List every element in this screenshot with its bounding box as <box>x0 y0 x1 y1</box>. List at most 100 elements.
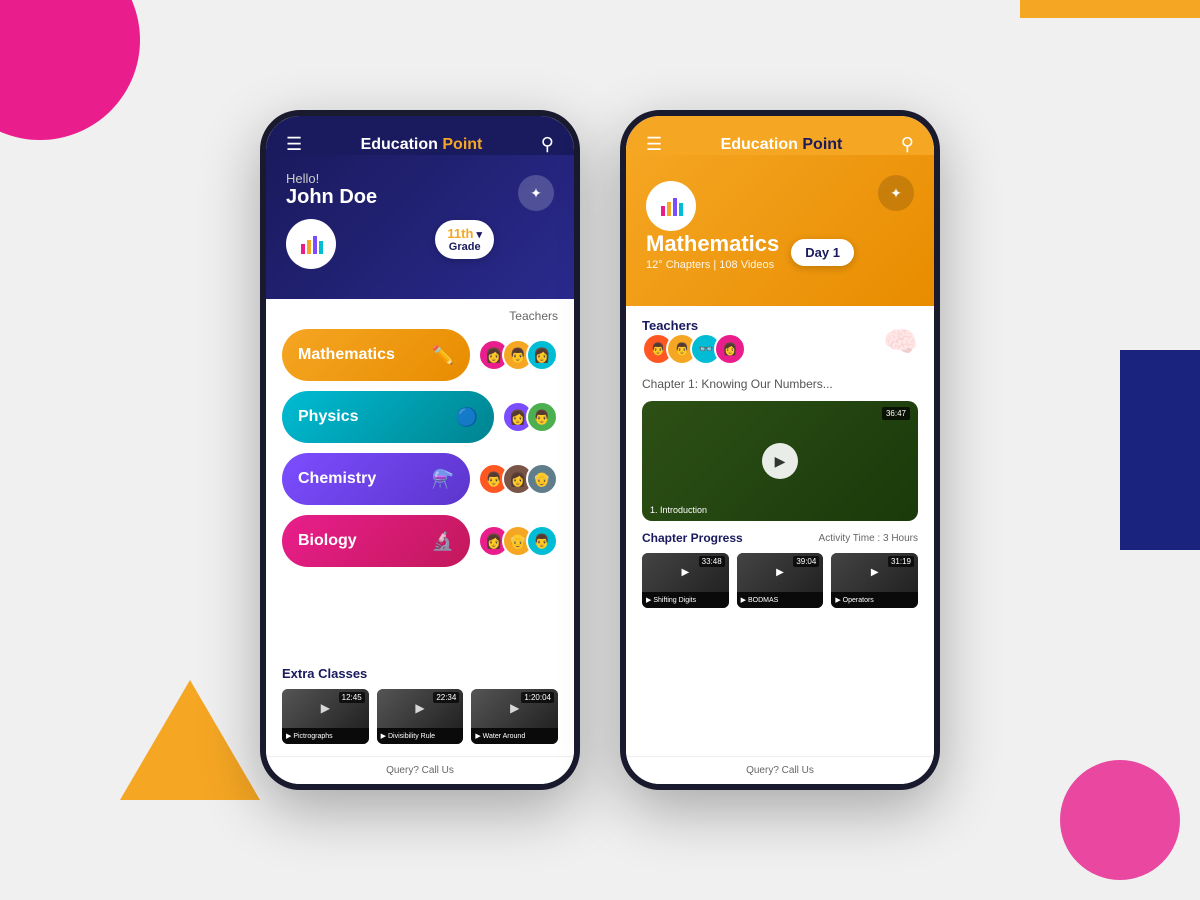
phones-container: ☰ Education Point ⚲ ✦ Hello! John Doe 11… <box>260 110 940 790</box>
phone2-teachers-row: Teachers 👨 👨 👓 👩 🧠 <box>642 318 918 365</box>
phone1-header: ☰ Education Point ⚲ <box>266 116 574 155</box>
phone1-title-bold: Education <box>361 136 438 153</box>
subject-row-physics: Physics 🔵 👩 👨 <box>282 391 558 443</box>
day-badge: Day 1 <box>791 239 854 266</box>
progress-duration-1: 33:48 <box>699 556 725 567</box>
bg-decoration-pink-circle <box>0 0 140 140</box>
subject-name-mathematics: Mathematics <box>298 346 395 364</box>
physics-teachers: 👩 👨 <box>502 401 558 433</box>
extra-videos-list: ▶ 12:45 ▶ Pictrographs ▶ 22:34 ▶ Divisib… <box>282 689 558 744</box>
video-thumb-1[interactable]: ▶ 12:45 ▶ Pictrographs <box>282 689 369 744</box>
main-video-duration: 36:47 <box>882 407 910 420</box>
main-video[interactable]: ▶ 36:47 1. Introduction <box>642 401 918 521</box>
user-name: John Doe <box>286 186 554 209</box>
phone2-footer: Query? Call Us <box>626 756 934 784</box>
subject-row-mathematics: Mathematics ✏️ 👩 👨 👩 <box>282 329 558 381</box>
phone2-title-bold: Education <box>721 136 798 153</box>
progress-title-2: ▶ BODMAS <box>741 596 779 604</box>
phone1-title-normal: Point <box>438 136 482 153</box>
extra-classes-section: Extra Classes ▶ 12:45 ▶ Pictrographs ▶ 2… <box>266 658 574 756</box>
subjects-section: Teachers Mathematics ✏️ 👩 👨 👩 Physics 🔵 <box>266 299 574 658</box>
play-icon-2: ▶ <box>415 701 424 715</box>
teacher-avatar-3: 👩 <box>526 339 558 371</box>
chemistry-teachers: 👨 👩 👴 <box>478 463 558 495</box>
chapter-title: : Knowing Our Numbers... <box>695 377 833 391</box>
phone2-hero: ✦ Mathematics 12° Chapters | 108 Videos … <box>626 155 934 306</box>
grade-number: 11th <box>447 226 473 241</box>
video-title-2: ▶ Divisibility Rule <box>381 732 435 740</box>
subject-meta: 12° Chapters | 108 Videos <box>646 259 914 271</box>
phone1-app-title: Education Point <box>361 136 483 154</box>
subject-name-chemistry: Chemistry <box>298 470 376 488</box>
teacher-avatar-8: 👴 <box>526 463 558 495</box>
subject-pill-mathematics[interactable]: Mathematics ✏️ <box>282 329 470 381</box>
bg-decoration-orange-bar <box>1020 0 1200 18</box>
activity-time: Activity Time : 3 Hours <box>819 533 918 544</box>
teacher-avatar-11: 👨 <box>526 525 558 557</box>
progress-duration-3: 31:19 <box>888 556 914 567</box>
chapter-number: Chapter 1 <box>642 377 695 391</box>
video-label-3: ▶ Water Around <box>471 728 558 745</box>
main-video-title: 1. Introduction <box>650 505 707 515</box>
phone1-footer: Query? Call Us <box>266 756 574 784</box>
progress-title-1: ▶ Shifting Digits <box>646 596 696 604</box>
chapter-progress-header: Chapter Progress Activity Time : 3 Hours <box>642 531 918 545</box>
subject-row-chemistry: Chemistry ⚗️ 👨 👩 👴 <box>282 453 558 505</box>
progress-label-2: ▶ BODMAS <box>737 592 824 609</box>
phone2-header: ☰ Education Point ⚲ <box>626 116 934 155</box>
phone2-footer-text: Query? Call Us <box>746 765 814 776</box>
subject-name-biology: Biology <box>298 532 357 550</box>
video-duration-1: 12:45 <box>339 692 365 703</box>
video-label-2: ▶ Divisibility Rule <box>377 728 464 745</box>
chapter-label: Chapter 1: Knowing Our Numbers... <box>642 377 918 391</box>
bg-decoration-blue-rect <box>1120 350 1200 550</box>
progress-thumb-2[interactable]: ▶ 39:04 ▶ BODMAS <box>737 553 824 608</box>
brain-icon: 🧠 <box>883 325 918 358</box>
progress-label-1: ▶ Shifting Digits <box>642 592 729 609</box>
phone2-content: Teachers 👨 👨 👓 👩 🧠 Chapter 1: Knowing Ou… <box>626 306 934 756</box>
phone2-title-normal: Point <box>798 136 842 153</box>
play-button-main[interactable]: ▶ <box>762 443 798 479</box>
phone2-stats-icon-circle <box>646 181 696 231</box>
phone2-teacher-4: 👩 <box>714 333 746 365</box>
subject-row-biology: Biology 🔬 👩 👴 👨 <box>282 515 558 567</box>
subject-pill-physics[interactable]: Physics 🔵 <box>282 391 494 443</box>
subject-pill-biology[interactable]: Biology 🔬 <box>282 515 470 567</box>
biology-icon: 🔬 <box>432 531 454 552</box>
bg-decoration-yellow-triangle <box>120 680 260 800</box>
chemistry-icon: ⚗️ <box>432 469 454 490</box>
progress-play-3: ▶ <box>871 567 879 578</box>
phone2-search-icon[interactable]: ⚲ <box>901 134 914 155</box>
phone2-teacher-avatars: 👨 👨 👓 👩 <box>642 333 746 365</box>
progress-thumb-1[interactable]: ▶ 33:48 ▶ Shifting Digits <box>642 553 729 608</box>
video-duration-3: 1:20:04 <box>521 692 554 703</box>
greeting-text: Hello! <box>286 171 554 186</box>
phone1-search-icon[interactable]: ⚲ <box>541 134 554 155</box>
bg-decoration-pink-circle2 <box>1060 760 1180 880</box>
subject-title: Mathematics <box>646 231 914 257</box>
teacher-avatar-5: 👨 <box>526 401 558 433</box>
phone2-menu-icon[interactable]: ☰ <box>646 134 662 155</box>
physics-icon: 🔵 <box>456 407 478 428</box>
extra-classes-title: Extra Classes <box>282 666 558 681</box>
phone-2: ☰ Education Point ⚲ ✦ Mathematics 12° Ch… <box>620 110 940 790</box>
progress-duration-2: 39:04 <box>793 556 819 567</box>
progress-play-2: ▶ <box>776 567 784 578</box>
phone2-nav-icon[interactable]: ✦ <box>878 175 914 211</box>
play-icon-1: ▶ <box>321 701 330 715</box>
grade-label: Grade <box>449 241 481 253</box>
progress-label-3: ▶ Operators <box>831 592 918 609</box>
subject-pill-chemistry[interactable]: Chemistry ⚗️ <box>282 453 470 505</box>
grade-badge: 11th ▾ Grade <box>435 220 494 259</box>
video-title-1: ▶ Pictrographs <box>286 732 333 740</box>
math-icon: ✏️ <box>432 345 454 366</box>
math-teachers: 👩 👨 👩 <box>478 339 558 371</box>
video-thumb-2[interactable]: ▶ 22:34 ▶ Divisibility Rule <box>377 689 464 744</box>
nav-icon[interactable]: ✦ <box>518 175 554 211</box>
video-thumb-3[interactable]: ▶ 1:20:04 ▶ Water Around <box>471 689 558 744</box>
phone2-teachers-label: Teachers <box>642 318 746 333</box>
progress-thumb-3[interactable]: ▶ 31:19 ▶ Operators <box>831 553 918 608</box>
phone1-menu-icon[interactable]: ☰ <box>286 134 302 155</box>
video-label-1: ▶ Pictrographs <box>282 728 369 745</box>
teachers-column-label: Teachers <box>282 309 558 323</box>
